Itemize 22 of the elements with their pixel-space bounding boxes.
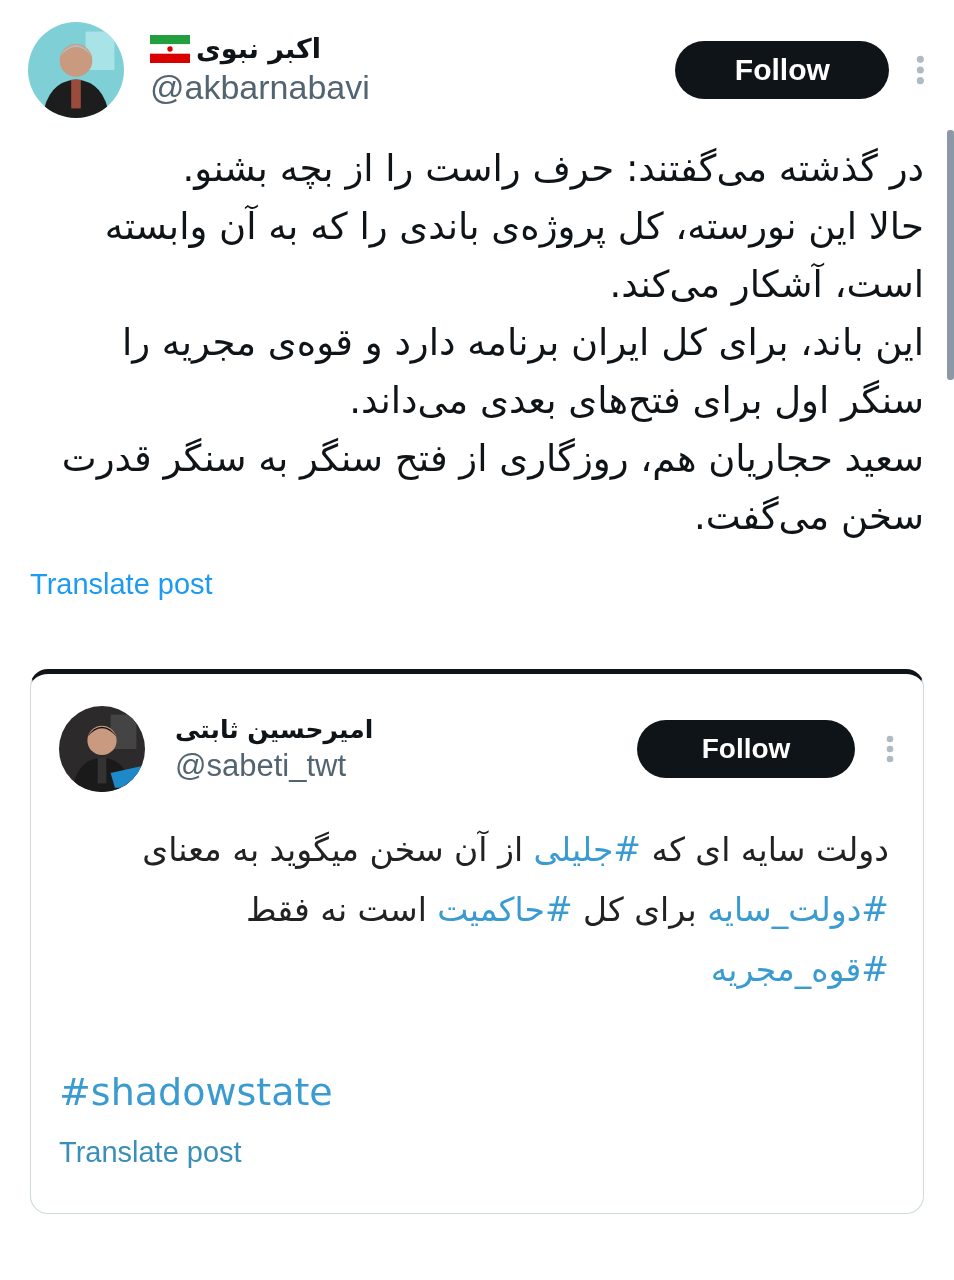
translate-link[interactable]: Translate post [30, 568, 213, 601]
author-name: امیرحسین ثابتی [175, 714, 374, 744]
more-options-icon[interactable] [885, 734, 895, 764]
scrollbar[interactable] [947, 130, 954, 380]
follow-button[interactable]: Follow [637, 720, 855, 778]
post-text: حالا این نورسته، کل پروژه‌ی باندی را که به آن وابسته است، آشکار می‌کند. [103, 203, 925, 308]
follow-button[interactable]: Follow [675, 41, 890, 99]
hashtag-link[interactable]: #حاکمیت [437, 890, 573, 929]
more-options-icon[interactable] [915, 54, 926, 86]
post-text: سعید حجاریان هم، روزگاری از فتح سنگر به سنگر قدرت سخن می‌گفت. [60, 436, 925, 540]
quoted-post-text: دولت سایه ای که #جلیلی از آن سخن میگوید به معنای #دولت_سایه برای کل #حاکمیت است نه فقط #قوه_مجریه [141, 829, 889, 991]
author-name: اکبر نبوی [196, 33, 321, 64]
post-text: در گذشته می‌گفتند: حرف راست را از بچه بشنو. [181, 146, 925, 192]
translate-link[interactable]: Translate post [59, 1136, 242, 1169]
author-handle: @sabeti_twt [175, 747, 348, 784]
hashtag-link[interactable]: #دولت_سایه [707, 890, 889, 929]
hashtag-link[interactable]: #جلیلی [533, 830, 641, 869]
flag-icon [150, 34, 190, 63]
hashtag-link[interactable]: #shadowstate [59, 1070, 333, 1114]
hashtag-link[interactable]: #قوه_مجریه [710, 950, 889, 989]
author-handle: @akbarnabavi [150, 68, 371, 107]
post-text: این باند، برای کل ایران برنامه دارد و قوه‌ی مجریه را سنگر اول برای فتح‌های بعدی می‌داند. [120, 320, 925, 424]
